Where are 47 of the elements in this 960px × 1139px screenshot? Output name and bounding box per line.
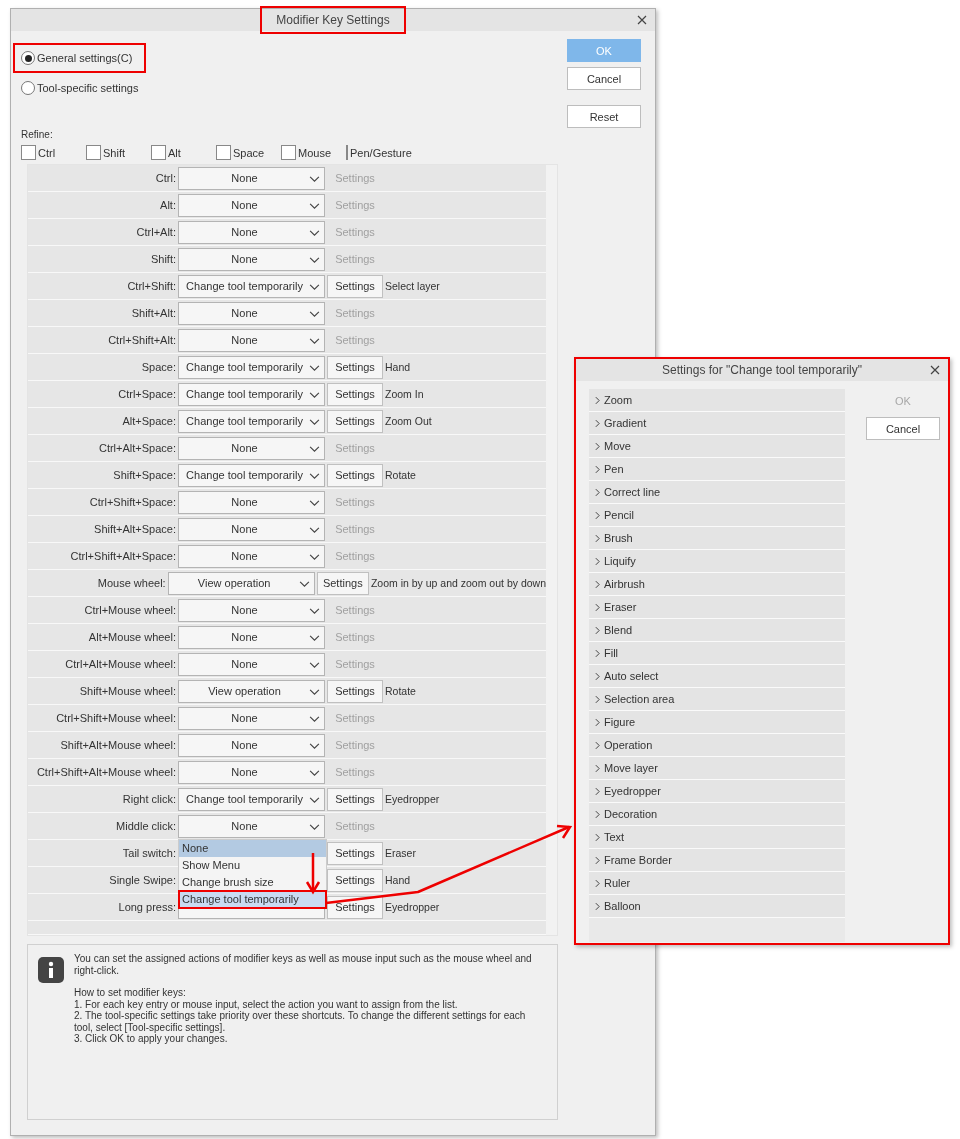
refine-label: Refine: <box>21 129 54 140</box>
info-text: 3. Click OK to apply your changes. <box>74 1033 229 1045</box>
assigned-tool: Eyedropper <box>384 793 440 805</box>
assigned-tool: Zoom In <box>384 388 424 400</box>
key-label: Shift+Alt: <box>130 307 177 319</box>
assigned-tool: Hand <box>384 361 411 373</box>
info-text: How to set modifier keys: <box>74 987 187 999</box>
key-label: Ctrl+Shift: <box>126 280 177 292</box>
key-label: Alt+Space: <box>121 415 177 427</box>
key-label: Ctrl+Shift+Alt+Mouse wheel: <box>35 766 177 778</box>
assigned-tool: Eyedropper <box>384 901 440 913</box>
key-label: Shift+Alt+Space: <box>93 523 177 535</box>
key-label: Ctrl+Shift+Alt+Space: <box>69 550 177 562</box>
key-label: Shift: <box>149 253 177 265</box>
key-label: Shift+Alt+Mouse wheel: <box>59 739 177 751</box>
key-label: Shift+Space: <box>112 469 177 481</box>
info-text: 2. The tool-specific settings take priority over these shortcuts. To change the different settings for each tool, select [Tool-specific settings]. <box>74 1010 527 1033</box>
key-label: Shift+Mouse wheel: <box>78 685 177 697</box>
window-title: Modifier Key Settings <box>260 6 406 34</box>
key-label: Single Swipe: <box>108 874 177 886</box>
key-label: Ctrl+Alt+Mouse wheel: <box>64 658 177 670</box>
assigned-tool: Eraser <box>384 847 416 859</box>
assigned-tool: Zoom in by up and zoom out by down <box>369 577 546 589</box>
key-label: Alt: <box>159 199 177 211</box>
key-label: Ctrl+Alt: <box>135 226 177 238</box>
info-text: 1. For each key entry or mouse input, select the action you want to assign from the list. <box>74 998 459 1010</box>
key-label: Ctrl+Shift+Mouse wheel: <box>55 712 177 724</box>
key-label: Tail switch: <box>121 847 177 859</box>
key-label: Ctrl+Alt+Space: <box>97 442 177 454</box>
window-title: Settings for "Change tool temporarily" <box>661 362 863 379</box>
key-label: Space: <box>140 361 177 373</box>
assigned-tool: Rotate <box>384 469 416 481</box>
info-text: You can set the assigned actions of modifier keys as well as mouse input such as the mouse wheel and right-click. <box>74 953 533 976</box>
assigned-tool: Select layer <box>384 280 440 292</box>
key-label: Long press: <box>117 901 177 913</box>
key-label: Ctrl+Mouse wheel: <box>83 604 177 616</box>
key-label: Right click: <box>121 793 177 805</box>
key-label: Ctrl+Shift+Alt: <box>107 334 177 346</box>
assigned-tool: Rotate <box>384 685 416 697</box>
key-label: Ctrl+Space: <box>117 388 177 400</box>
key-label: Alt+Mouse wheel: <box>87 631 177 643</box>
key-label: Ctrl: <box>154 172 177 184</box>
assigned-tool: Hand <box>384 874 411 886</box>
key-label: Mouse wheel: <box>96 577 167 589</box>
key-label: Ctrl+Shift+Space: <box>88 496 177 508</box>
assigned-tool: Zoom Out <box>384 415 432 427</box>
key-label: Middle click: <box>115 820 177 832</box>
